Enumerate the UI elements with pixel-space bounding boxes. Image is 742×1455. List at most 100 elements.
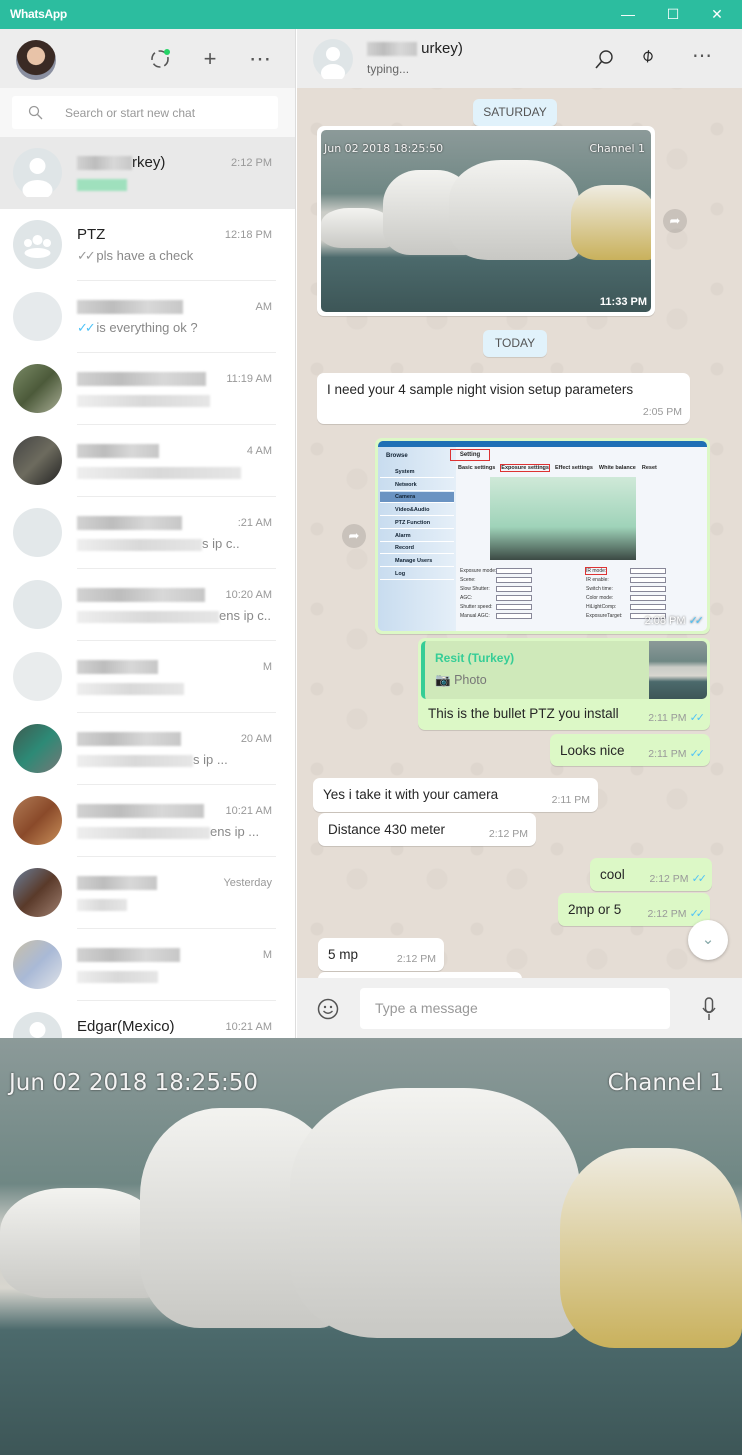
conversation-header[interactable]: urkey) typing... ⌀ ⋯ bbox=[297, 29, 742, 88]
chat-name: PTZ bbox=[77, 226, 106, 243]
date-badge-saturday: SATURDAY bbox=[473, 99, 557, 126]
chat-list-item[interactable]: 10:20 AM ens ip c.. bbox=[0, 569, 295, 641]
settings-select bbox=[496, 568, 532, 574]
new-chat-icon[interactable]: + bbox=[197, 46, 223, 72]
chat-list-item[interactable]: :21 AM s ip c.. bbox=[0, 497, 295, 569]
settings-select bbox=[630, 586, 666, 592]
message-text: I need your 4 sample night vision setup … bbox=[327, 382, 634, 397]
group-avatar bbox=[13, 220, 62, 269]
message-input[interactable]: Type a message bbox=[360, 988, 670, 1029]
attach-icon[interactable]: ⌀ bbox=[637, 44, 659, 67]
settings-menu-item: Manage Users bbox=[380, 556, 454, 567]
chat-list-item[interactable]: 4 AM bbox=[0, 425, 295, 497]
chat-time: M bbox=[262, 949, 272, 961]
chat-list-item[interactable]: M bbox=[0, 641, 295, 713]
settings-select bbox=[630, 577, 666, 583]
message-outgoing[interactable]: Looks nice 2:11 PM ✓✓ bbox=[550, 734, 710, 766]
search-icon[interactable] bbox=[594, 49, 614, 69]
conversation-panel: urkey) typing... ⌀ ⋯ SATURDAY Jun 02 201… bbox=[297, 29, 742, 1038]
search-bar: Search or start new chat bbox=[0, 88, 295, 137]
settings-field-label: Manual AGC: bbox=[460, 613, 490, 619]
chat-list-item[interactable]: 10:21 AM ens ip ... bbox=[0, 785, 295, 857]
quoted-message[interactable]: Resit (Turkey) 📷 Photo bbox=[421, 641, 707, 699]
message-incoming[interactable]: 5 mp 2:12 PM bbox=[318, 938, 444, 971]
chat-name: Edgar(Mexico) bbox=[77, 1018, 175, 1035]
message-incoming[interactable]: Distance 430 meter 2:12 PM bbox=[318, 813, 536, 846]
forward-icon[interactable]: ➦ bbox=[342, 524, 366, 548]
maximize-button[interactable]: ☐ bbox=[663, 4, 683, 24]
chat-preview: s ip ... bbox=[193, 752, 228, 767]
yacht-photo[interactable]: Jun 02 2018 18:25:50 Channel 1 11:33 PM bbox=[321, 130, 651, 312]
close-button[interactable]: ✕ bbox=[707, 4, 727, 24]
search-icon bbox=[28, 105, 43, 120]
settings-field-label: AGC: bbox=[460, 595, 473, 601]
settings-menu-item: Log bbox=[380, 569, 454, 580]
message-incoming[interactable]: I need your 4 sample night vision setup … bbox=[317, 373, 690, 424]
contact-avatar bbox=[13, 796, 62, 845]
contact-name: urkey) bbox=[367, 40, 463, 57]
settings-menu-item: PTZ Function bbox=[380, 518, 454, 529]
message-outgoing[interactable]: cool 2:12 PM ✓✓ bbox=[590, 858, 712, 891]
settings-menu-item: Alarm bbox=[380, 531, 454, 542]
camera-icon: 📷 bbox=[435, 673, 451, 687]
tab-browse: Browse bbox=[386, 453, 408, 459]
chat-preview: ens ip c.. bbox=[219, 608, 272, 623]
chat-time: 10:21 AM bbox=[225, 805, 272, 817]
chat-list-item[interactable]: 20 AM s ip ... bbox=[0, 713, 295, 785]
read-ticks-icon: ✓✓ bbox=[691, 873, 708, 885]
chat-preview: pls have a check bbox=[96, 248, 194, 263]
search-placeholder: Search or start new chat bbox=[65, 106, 196, 120]
settings-select bbox=[496, 595, 532, 601]
contact-avatar bbox=[13, 508, 62, 557]
message-outgoing[interactable]: 2mp or 5 2:12 PM ✓✓ bbox=[558, 893, 710, 926]
settings-menu-item: Network bbox=[380, 480, 454, 491]
chat-time: 12:18 PM bbox=[224, 229, 272, 241]
chat-time: 20 AM bbox=[240, 733, 272, 745]
settings-screenshot[interactable]: Browse Setting System Network Camera Video&… bbox=[378, 441, 707, 631]
emoji-icon[interactable] bbox=[317, 998, 339, 1020]
contact-avatar bbox=[13, 652, 62, 701]
settings-select bbox=[496, 577, 532, 583]
message-incoming[interactable]: Yes i take it with your camera 2:11 PM bbox=[313, 778, 598, 812]
settings-field-label: IR enable: bbox=[586, 577, 609, 583]
image-message[interactable]: Jun 02 2018 18:25:50 Channel 1 11:33 PM bbox=[317, 126, 655, 316]
message-text: Yes i take it with your camera bbox=[323, 787, 499, 802]
osd-channel: Channel 1 bbox=[589, 142, 645, 155]
osd-channel: Channel 1 bbox=[607, 1070, 724, 1096]
settings-field-label: Color mode: bbox=[586, 595, 614, 601]
settings-select bbox=[496, 613, 532, 619]
search-input[interactable]: Search or start new chat bbox=[12, 96, 278, 129]
mic-icon[interactable] bbox=[701, 997, 717, 1021]
screenshot-message[interactable]: Browse Setting System Network Camera Video&… bbox=[375, 438, 710, 634]
menu-icon[interactable]: ⋯ bbox=[692, 43, 712, 68]
forward-icon[interactable]: ➦ bbox=[663, 209, 687, 233]
contact-avatar bbox=[13, 580, 62, 629]
my-avatar[interactable] bbox=[16, 40, 56, 80]
chat-list-item[interactable]: PTZ 12:18 PM ✓✓ pls have a check bbox=[0, 209, 295, 281]
chat-list-item[interactable]: rkey) 2:12 PM bbox=[0, 137, 295, 209]
settings-field-label: Shutter speed: bbox=[460, 604, 493, 610]
chat-name: rkey) bbox=[132, 154, 166, 171]
contact-avatar[interactable] bbox=[313, 39, 353, 82]
chat-list-item[interactable]: Yesterday bbox=[0, 857, 295, 929]
contact-avatar bbox=[13, 148, 62, 200]
message-time: 2:12 PM bbox=[488, 828, 528, 840]
settings-field-label: IR mode: bbox=[584, 567, 608, 575]
chat-list-item[interactable]: 11:19 AM bbox=[0, 353, 295, 425]
contact-status: typing... bbox=[367, 62, 410, 76]
chat-list-panel: + ⋯ Search or start new chat rkey) 2:12 … bbox=[0, 29, 296, 1038]
message-text: 5 mp bbox=[328, 947, 359, 962]
minimize-button[interactable]: — bbox=[618, 4, 638, 24]
chat-time: 4 AM bbox=[246, 445, 272, 457]
chat-preview: is everything ok ? bbox=[96, 320, 198, 335]
message-outgoing-reply[interactable]: Resit (Turkey) 📷 Photo This is the bulle… bbox=[418, 638, 710, 730]
message-time: 2:08 PM ✓✓ bbox=[644, 615, 705, 627]
status-icon[interactable] bbox=[147, 46, 173, 72]
chat-list-item[interactable]: AM ✓✓ is everything ok ? bbox=[0, 281, 295, 353]
message-time: 2:12 PM bbox=[649, 873, 689, 885]
chat-list-item[interactable]: Edgar(Mexico) 10:21 AM bbox=[0, 1001, 295, 1038]
menu-icon[interactable]: ⋯ bbox=[247, 46, 273, 72]
chat-list-item[interactable]: M bbox=[0, 929, 295, 1001]
scroll-down-button[interactable]: ⌄ bbox=[688, 920, 728, 960]
settings-subtab: White balance bbox=[598, 465, 636, 471]
